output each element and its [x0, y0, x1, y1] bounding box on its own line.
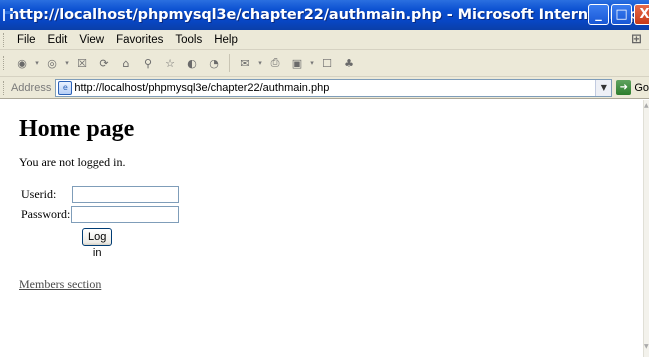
- close-button[interactable]: X: [634, 4, 649, 25]
- password-row: Password:: [19, 206, 179, 223]
- mail-icon[interactable]: ✉: [237, 55, 253, 71]
- menu-file[interactable]: File: [11, 34, 42, 46]
- window-controls: _ □ X: [588, 4, 649, 25]
- standard-toolbar: ◉ ▾ ◎ ▾ ☒ ⟳ ⌂ ⚲ ☆ ◐ ◔ ✉ ▾ ⎙ ▣ ▾ ☐ ♣: [0, 50, 649, 77]
- print-icon[interactable]: ⎙: [267, 55, 283, 71]
- address-input[interactable]: e http://localhost/phpmysql3e/chapter22/…: [55, 78, 613, 97]
- menu-edit[interactable]: Edit: [42, 34, 74, 46]
- media-icon[interactable]: ◐: [184, 55, 200, 71]
- search-icon[interactable]: ⚲: [140, 55, 156, 71]
- toolbar-separator: [229, 54, 230, 72]
- address-bar: Address e http://localhost/phpmysql3e/ch…: [0, 77, 649, 99]
- password-label: Password:: [21, 207, 71, 221]
- menu-view[interactable]: View: [73, 34, 110, 46]
- history-icon[interactable]: ◔: [206, 55, 222, 71]
- members-section-link[interactable]: Members section: [19, 277, 101, 292]
- address-url[interactable]: http://localhost/phpmysql3e/chapter22/au…: [74, 82, 329, 94]
- messenger-icon[interactable]: ♣: [341, 55, 357, 71]
- window-titlebar[interactable]: http://localhost/phpmysql3e/chapter22/au…: [0, 0, 649, 30]
- page-icon: e: [58, 80, 73, 95]
- scroll-down-icon[interactable]: ▼: [644, 343, 649, 355]
- home-icon[interactable]: ⌂: [118, 55, 134, 71]
- address-dropdown-icon[interactable]: ▼: [595, 79, 612, 96]
- edit-icon[interactable]: ▣: [289, 55, 305, 71]
- login-button[interactable]: Log in: [82, 228, 113, 259]
- go-button[interactable]: ➜ Go: [616, 80, 649, 95]
- windows-logo-icon: ⊞: [631, 32, 642, 47]
- favorites-icon[interactable]: ☆: [162, 55, 178, 71]
- toolbar-grip[interactable]: [3, 56, 6, 70]
- menu-bar: File Edit View Favorites Tools Help ⊞: [0, 30, 649, 50]
- password-field[interactable]: [71, 206, 179, 223]
- login-status: You are not logged in.: [19, 155, 126, 169]
- forward-dropdown-icon[interactable]: ▾: [64, 55, 70, 71]
- stop-icon[interactable]: ☒: [74, 55, 90, 71]
- back-dropdown-icon[interactable]: ▾: [34, 55, 40, 71]
- minimize-button[interactable]: _: [588, 4, 609, 25]
- go-label: Go: [634, 81, 649, 94]
- userid-row: Userid:: [19, 186, 179, 203]
- ie-window-icon[interactable]: [3, 9, 13, 21]
- mail-dropdown-icon[interactable]: ▾: [257, 55, 263, 71]
- edit-dropdown-icon[interactable]: ▾: [309, 55, 315, 71]
- userid-field[interactable]: [72, 186, 179, 203]
- address-label: Address: [10, 81, 52, 94]
- page-title: Home page: [19, 116, 135, 142]
- discuss-icon[interactable]: ☐: [319, 55, 335, 71]
- forward-icon[interactable]: ◎: [44, 55, 60, 71]
- window-title: http://localhost/phpmysql3e/chapter22/au…: [9, 7, 649, 23]
- userid-label: Userid:: [21, 187, 57, 201]
- page-viewport: Home page You are not logged in. Userid:…: [0, 100, 649, 357]
- menu-favorites[interactable]: Favorites: [110, 34, 169, 46]
- menu-tools[interactable]: Tools: [169, 34, 208, 46]
- address-grip[interactable]: [3, 80, 6, 95]
- go-arrow-icon: ➜: [616, 80, 632, 95]
- menu-grip[interactable]: [3, 32, 6, 47]
- vertical-scrollbar[interactable]: ▲ ▼: [643, 100, 649, 357]
- maximize-button[interactable]: □: [611, 4, 632, 25]
- back-icon[interactable]: ◉: [14, 55, 30, 71]
- refresh-icon[interactable]: ⟳: [96, 55, 112, 71]
- scroll-up-icon[interactable]: ▲: [644, 102, 649, 114]
- menu-help[interactable]: Help: [208, 34, 244, 46]
